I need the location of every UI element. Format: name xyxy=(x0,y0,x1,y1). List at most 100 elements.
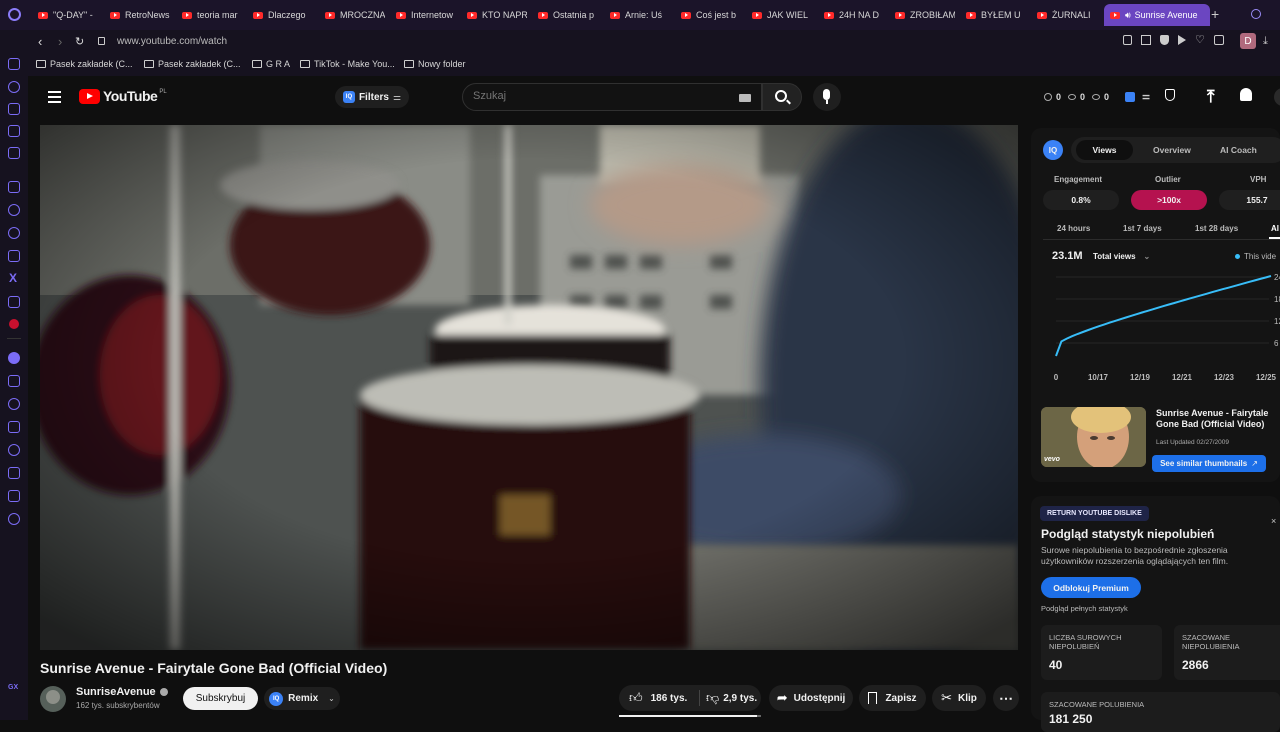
channel-avatar[interactable] xyxy=(40,686,66,712)
period-7d[interactable]: 1st 7 days xyxy=(1123,224,1162,233)
new-tab-button[interactable]: + xyxy=(1211,6,1219,22)
chat-icon[interactable] xyxy=(8,204,20,216)
youtube-logo[interactable]: YouTube PL xyxy=(79,88,167,104)
browser-tab[interactable]: JAK WIEL xyxy=(752,4,812,26)
red-app-icon[interactable] xyxy=(9,319,19,329)
heart-icon[interactable] xyxy=(8,398,20,410)
aria-icon[interactable] xyxy=(8,103,20,115)
telegram-icon[interactable] xyxy=(8,227,20,239)
menu-icon[interactable] xyxy=(48,91,61,103)
share-button[interactable]: ➦ Udostępnij xyxy=(769,685,853,711)
search-button[interactable] xyxy=(762,83,802,111)
browser-tab[interactable]: 24H NA D xyxy=(824,4,884,26)
lock-icon xyxy=(98,37,105,45)
folder-icon xyxy=(252,60,262,68)
messenger-icon[interactable] xyxy=(8,58,20,70)
back-button[interactable]: ‹ xyxy=(38,34,42,49)
voice-search-button[interactable] xyxy=(813,83,841,111)
extensions-icon[interactable] xyxy=(1213,35,1224,45)
bookmark-item[interactable]: G R A xyxy=(252,59,290,69)
instagram-icon[interactable] xyxy=(8,250,20,262)
browser-tab[interactable]: KTO NAPR xyxy=(467,4,527,26)
tab-ai-coach[interactable]: AI Coach xyxy=(1220,145,1257,155)
account-avatar[interactable] xyxy=(1274,88,1280,106)
history-icon[interactable] xyxy=(8,81,20,93)
clip-button[interactable]: ✂ Klip xyxy=(932,685,986,711)
profile-avatar[interactable]: D xyxy=(1240,33,1256,49)
browser-tab[interactable]: Ostatnia p xyxy=(538,4,598,26)
notes-icon[interactable] xyxy=(8,125,20,137)
browser-tab[interactable]: ŻURNALI xyxy=(1037,4,1097,26)
filters-button[interactable]: IQ Filters ⚌ xyxy=(335,86,409,108)
settings-gear-icon[interactable] xyxy=(8,513,20,525)
player-icon[interactable] xyxy=(8,375,20,387)
bookmark-item[interactable]: Pasek zakładek (C... xyxy=(36,59,133,69)
browser-tab[interactable]: MROCZNA xyxy=(325,4,385,26)
youtube-favicon-icon xyxy=(467,11,477,19)
download-icon[interactable]: ⤓ xyxy=(1263,35,1268,48)
discord-icon[interactable] xyxy=(8,296,20,308)
browser-tab[interactable]: Internetow xyxy=(396,4,456,26)
like-button[interactable]: 👍︎ 186 tys. xyxy=(619,690,699,706)
search-input[interactable] xyxy=(473,90,713,102)
x-icon[interactable]: X xyxy=(9,271,17,285)
tab-views[interactable]: Views xyxy=(1076,140,1133,160)
clock-icon[interactable] xyxy=(8,444,20,456)
tab-active[interactable]: 🔊︎ Sunrise Avenue xyxy=(1104,4,1210,26)
video-thumbnail[interactable]: vevo xyxy=(1041,407,1146,467)
pin-icon[interactable] xyxy=(1123,35,1132,45)
engagement-value: 0.8% xyxy=(1071,195,1091,205)
keyboard-icon[interactable] xyxy=(739,94,751,102)
play-icon[interactable] xyxy=(1178,35,1186,45)
youtube-favicon-icon xyxy=(824,11,834,19)
video-player[interactable] xyxy=(40,125,1018,650)
bookmark-item[interactable]: TikTok - Make You... xyxy=(300,59,395,69)
browser-tab[interactable]: BYŁEM U xyxy=(966,4,1026,26)
upload-icon[interactable]: ⤒ xyxy=(1207,87,1215,107)
heart-outline-icon[interactable]: ♡ xyxy=(1195,35,1205,46)
remix-button[interactable]: IQ Remix ⌄ xyxy=(264,687,340,710)
save-button[interactable]: Zapisz xyxy=(859,685,926,711)
vidiq-badge[interactable]: IQ xyxy=(1043,140,1063,160)
subscribe-button[interactable]: Subskrybuj xyxy=(183,687,258,710)
trophy-icon[interactable] xyxy=(1165,89,1175,101)
cube-icon[interactable] xyxy=(8,490,20,502)
period-all[interactable]: Al xyxy=(1271,224,1279,233)
unlock-premium-button[interactable]: Odblokuj Premium xyxy=(1041,577,1141,598)
bookmark-item[interactable]: Pasek zakładek (C... xyxy=(144,59,241,69)
opera-logo-icon[interactable] xyxy=(8,8,21,21)
channel-name[interactable]: SunriseAvenue xyxy=(76,686,168,698)
period-28d[interactable]: 1st 28 days xyxy=(1195,224,1238,233)
shield-icon[interactable] xyxy=(1160,35,1169,45)
forward-button[interactable]: › xyxy=(58,34,62,49)
more-actions-button[interactable]: ⋯ xyxy=(993,685,1019,711)
notifications-bell-icon[interactable] xyxy=(1240,88,1252,101)
chat-bubble-icon[interactable] xyxy=(8,352,20,364)
downloads-icon[interactable] xyxy=(8,467,20,479)
total-views-dropdown[interactable]: Total views ⌄ xyxy=(1093,252,1150,261)
bookmark-item[interactable]: Nowy folder xyxy=(404,59,466,69)
url-field[interactable]: www.youtube.com/watch xyxy=(117,36,227,47)
browser-tab[interactable]: Coś jest b xyxy=(681,4,741,26)
search-tabs-icon[interactable] xyxy=(1251,9,1261,19)
browser-tab[interactable]: Arnie: Uś xyxy=(610,4,670,26)
tab-overview[interactable]: Overview xyxy=(1153,145,1191,155)
ryd-title: Podgląd statystyk niepolubień xyxy=(1041,527,1215,541)
m-app-icon[interactable] xyxy=(8,147,20,159)
browser-tab[interactable]: RetroNews xyxy=(110,4,170,26)
legend-dot-icon xyxy=(1235,254,1240,259)
browser-tab[interactable]: Dlaczego xyxy=(253,4,313,26)
reload-button[interactable]: ↻ xyxy=(75,35,84,48)
twitch-icon[interactable] xyxy=(8,181,20,193)
vidiq-logo-icon[interactable] xyxy=(1125,91,1136,102)
wallet-icon[interactable] xyxy=(8,421,20,433)
ryd-close-icon[interactable]: × xyxy=(1271,516,1276,526)
similar-thumbnails-button[interactable]: See similar thumbnails ↗ xyxy=(1152,455,1266,472)
snapshot-icon[interactable] xyxy=(1141,35,1151,45)
dislike-button[interactable]: 👎︎ 2,9 tys. xyxy=(700,690,757,706)
browser-tab[interactable]: "Q-DAY" - xyxy=(38,4,98,26)
browser-tab[interactable]: teoria mar xyxy=(182,4,242,26)
browser-tab[interactable]: ZROBIŁAM xyxy=(895,4,955,26)
sliders-small-icon[interactable]: ⚌ xyxy=(1142,91,1150,102)
period-24h[interactable]: 24 hours xyxy=(1057,224,1090,233)
